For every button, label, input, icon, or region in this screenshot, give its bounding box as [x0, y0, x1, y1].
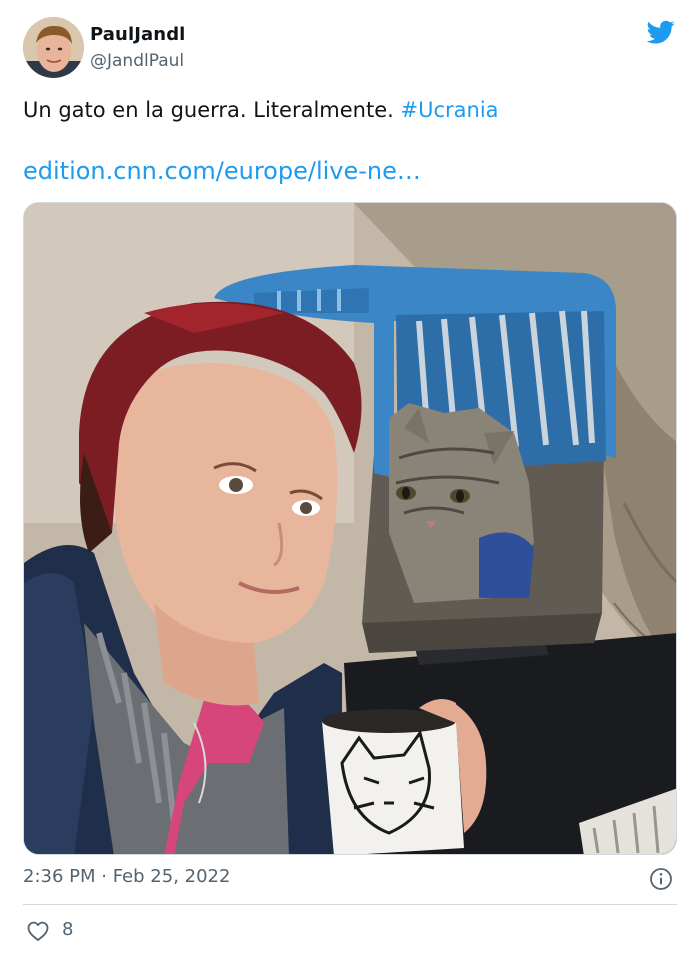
like-count: 8 — [62, 919, 74, 940]
tweet-body: Un gato en la guerra. Literalmente. — [23, 98, 394, 122]
info-icon[interactable] — [649, 867, 673, 891]
hashtag-link[interactable]: #Ucrania — [401, 98, 499, 122]
tweet-photo[interactable] — [23, 202, 677, 855]
tweet-timestamp[interactable]: 2:36 PM · Feb 25, 2022 — [23, 866, 230, 887]
footer-divider — [23, 904, 677, 905]
avatar-image — [23, 17, 84, 78]
tweet-text: Un gato en la guerra. Literalmente. #Ucr… — [23, 98, 499, 122]
heart-icon[interactable] — [26, 919, 50, 943]
user-handle[interactable]: @JandlPaul — [90, 51, 184, 71]
avatar[interactable] — [23, 17, 84, 78]
display-name[interactable]: PaulJandl — [90, 24, 185, 45]
tweet-card: PaulJandl @JandlPaul Un gato en la guerr… — [0, 0, 700, 957]
twitter-bird-icon[interactable] — [645, 18, 677, 46]
photo-woman-with-cat-in-carrier — [24, 203, 676, 854]
external-link[interactable]: edition.cnn.com/europe/live-ne… — [23, 157, 421, 185]
